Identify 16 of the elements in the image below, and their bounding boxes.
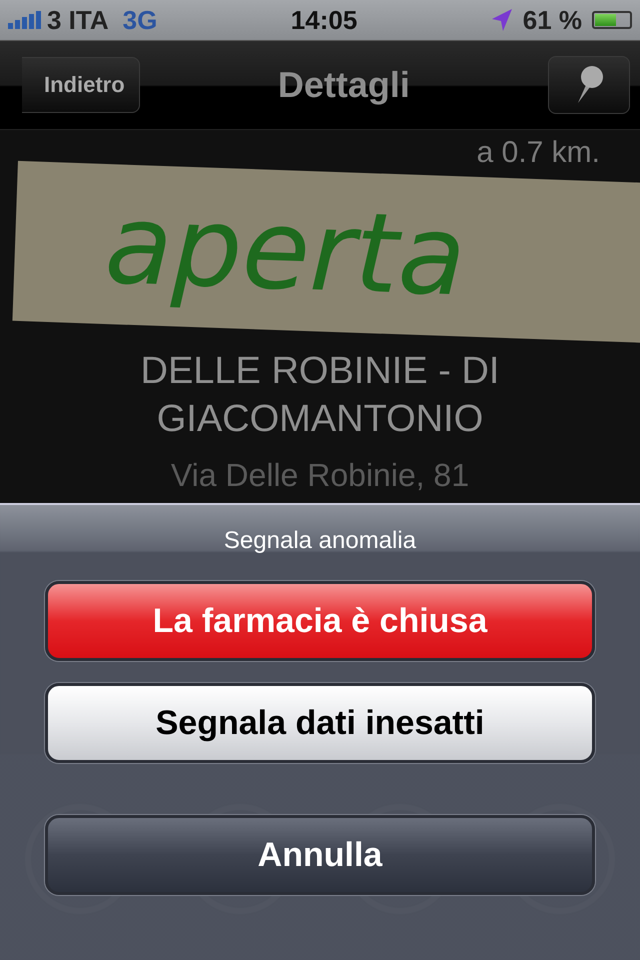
carrier-name: 3 ITA	[47, 4, 109, 36]
location-arrow-icon	[490, 8, 513, 32]
battery-icon	[592, 11, 632, 29]
signal-icon	[8, 11, 41, 29]
back-button[interactable]: Indietro	[22, 57, 140, 113]
sheet-title: Segnala anomalia	[224, 527, 416, 555]
screen-title: Dettagli	[278, 64, 410, 106]
network-type: 3G	[122, 4, 158, 36]
street-address: Via Delle Robinie, 81	[170, 457, 470, 494]
battery-percent: 61 %	[522, 4, 582, 36]
cancel-button[interactable]: Annulla	[45, 815, 595, 895]
destructive-button[interactable]: La farmacia è chiusa	[45, 581, 595, 661]
clock: 14:05	[290, 4, 358, 36]
map-pin-button[interactable]	[548, 56, 630, 114]
pharmacy-name: DELLE ROBINIE - DI GIACOMANTONIO	[140, 349, 500, 442]
default-button[interactable]: Segnala dati inesatti	[45, 683, 595, 763]
